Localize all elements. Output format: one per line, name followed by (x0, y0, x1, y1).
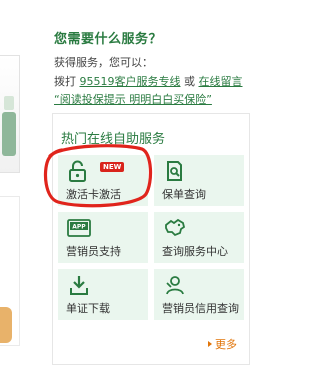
svg-text:APP: APP (72, 224, 86, 231)
hotline-link[interactable]: 95519客户服务专线 (80, 75, 181, 88)
partial-image-card[interactable] (0, 55, 20, 173)
tile-document-download[interactable]: 单证下载 (58, 269, 148, 320)
tile-agent-credit-query[interactable]: 营销员信用查询 (154, 269, 244, 320)
service-contact-line: 拨打 95519客户服务专线 或 在线留言 (54, 73, 259, 89)
document-search-icon (167, 161, 182, 181)
hotline-prefix: 拨打 (54, 75, 76, 88)
china-map-icon (165, 218, 186, 237)
tile-card-activation[interactable]: NEW 激活卡激活 (58, 155, 148, 206)
more-label: 更多 (215, 338, 237, 351)
tile-label: 单证下载 (66, 302, 110, 315)
service-subtitle: 获得服务，您可以： (54, 56, 153, 69)
download-icon (70, 276, 88, 295)
arrow-right-icon (208, 341, 212, 347)
tile-label: 营销员信用查询 (162, 302, 239, 315)
left-edge-content (0, 0, 22, 375)
new-badge: NEW (100, 162, 125, 172)
tile-label: 营销员支持 (66, 245, 121, 258)
tile-agent-support[interactable]: APP 营销员支持 (58, 212, 148, 263)
tile-label: 保单查询 (162, 188, 206, 201)
app-icon: APP (67, 219, 91, 237)
panel-title: 热门在线自助服务 (61, 132, 166, 147)
partial-image-card[interactable] (0, 196, 20, 346)
tile-policy-query[interactable]: 保单查询 (154, 155, 244, 206)
tile-label: 查询服务中心 (162, 245, 228, 258)
more-link[interactable]: 更多 (208, 336, 237, 352)
insurance-tips-link[interactable]: “阅读投保提示 明明白白买保险” (54, 91, 259, 107)
self-service-panel: 热门在线自助服务 NEW 激活卡激活 保单查询 APP 营销员支持 查询服务中心… (52, 113, 250, 365)
or-text: 或 (184, 75, 195, 88)
service-info: 您需要什么服务？ 获得服务，您可以： 拨打 95519客户服务专线 或 在线留言… (54, 28, 259, 107)
unlock-icon (69, 160, 86, 182)
tile-label: 激活卡激活 (66, 188, 121, 201)
credit-search-icon (166, 276, 184, 295)
service-title: 您需要什么服务？ (54, 32, 163, 47)
online-message-link[interactable]: 在线留言 (199, 75, 243, 88)
tile-service-center[interactable]: 查询服务中心 (154, 212, 244, 263)
